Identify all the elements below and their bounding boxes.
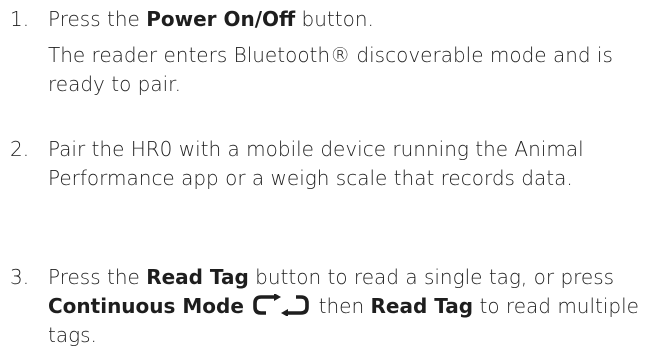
continuous-mode-loop-icon bbox=[252, 294, 310, 316]
step-number: 2. bbox=[10, 137, 30, 161]
step-text-middle: then bbox=[312, 294, 371, 318]
step-1-note: The reader enters Bluetooth® discoverabl… bbox=[48, 43, 613, 96]
step-text-prefix: Press the bbox=[48, 265, 147, 289]
step-text-suffix: button. bbox=[295, 7, 374, 31]
step-text: Pair the HR0 with a mobile device runnin… bbox=[48, 137, 584, 190]
read-tag-label-2: Read Tag bbox=[370, 294, 474, 318]
continuous-mode-label: Continuous Mode bbox=[48, 294, 244, 318]
read-tag-label: Read Tag bbox=[146, 265, 249, 289]
step-text: Press the Read Tag button to read a sing… bbox=[48, 263, 654, 350]
step-number: 3. bbox=[10, 265, 30, 289]
step-text: Press the Power On/Off button. bbox=[48, 5, 654, 34]
power-button-label: Power On/Off bbox=[146, 7, 296, 31]
step-text-prefix: Press the bbox=[48, 7, 147, 31]
step-text-middle: button to read a single tag, or press bbox=[248, 265, 615, 289]
step-number: 1. bbox=[10, 7, 30, 31]
